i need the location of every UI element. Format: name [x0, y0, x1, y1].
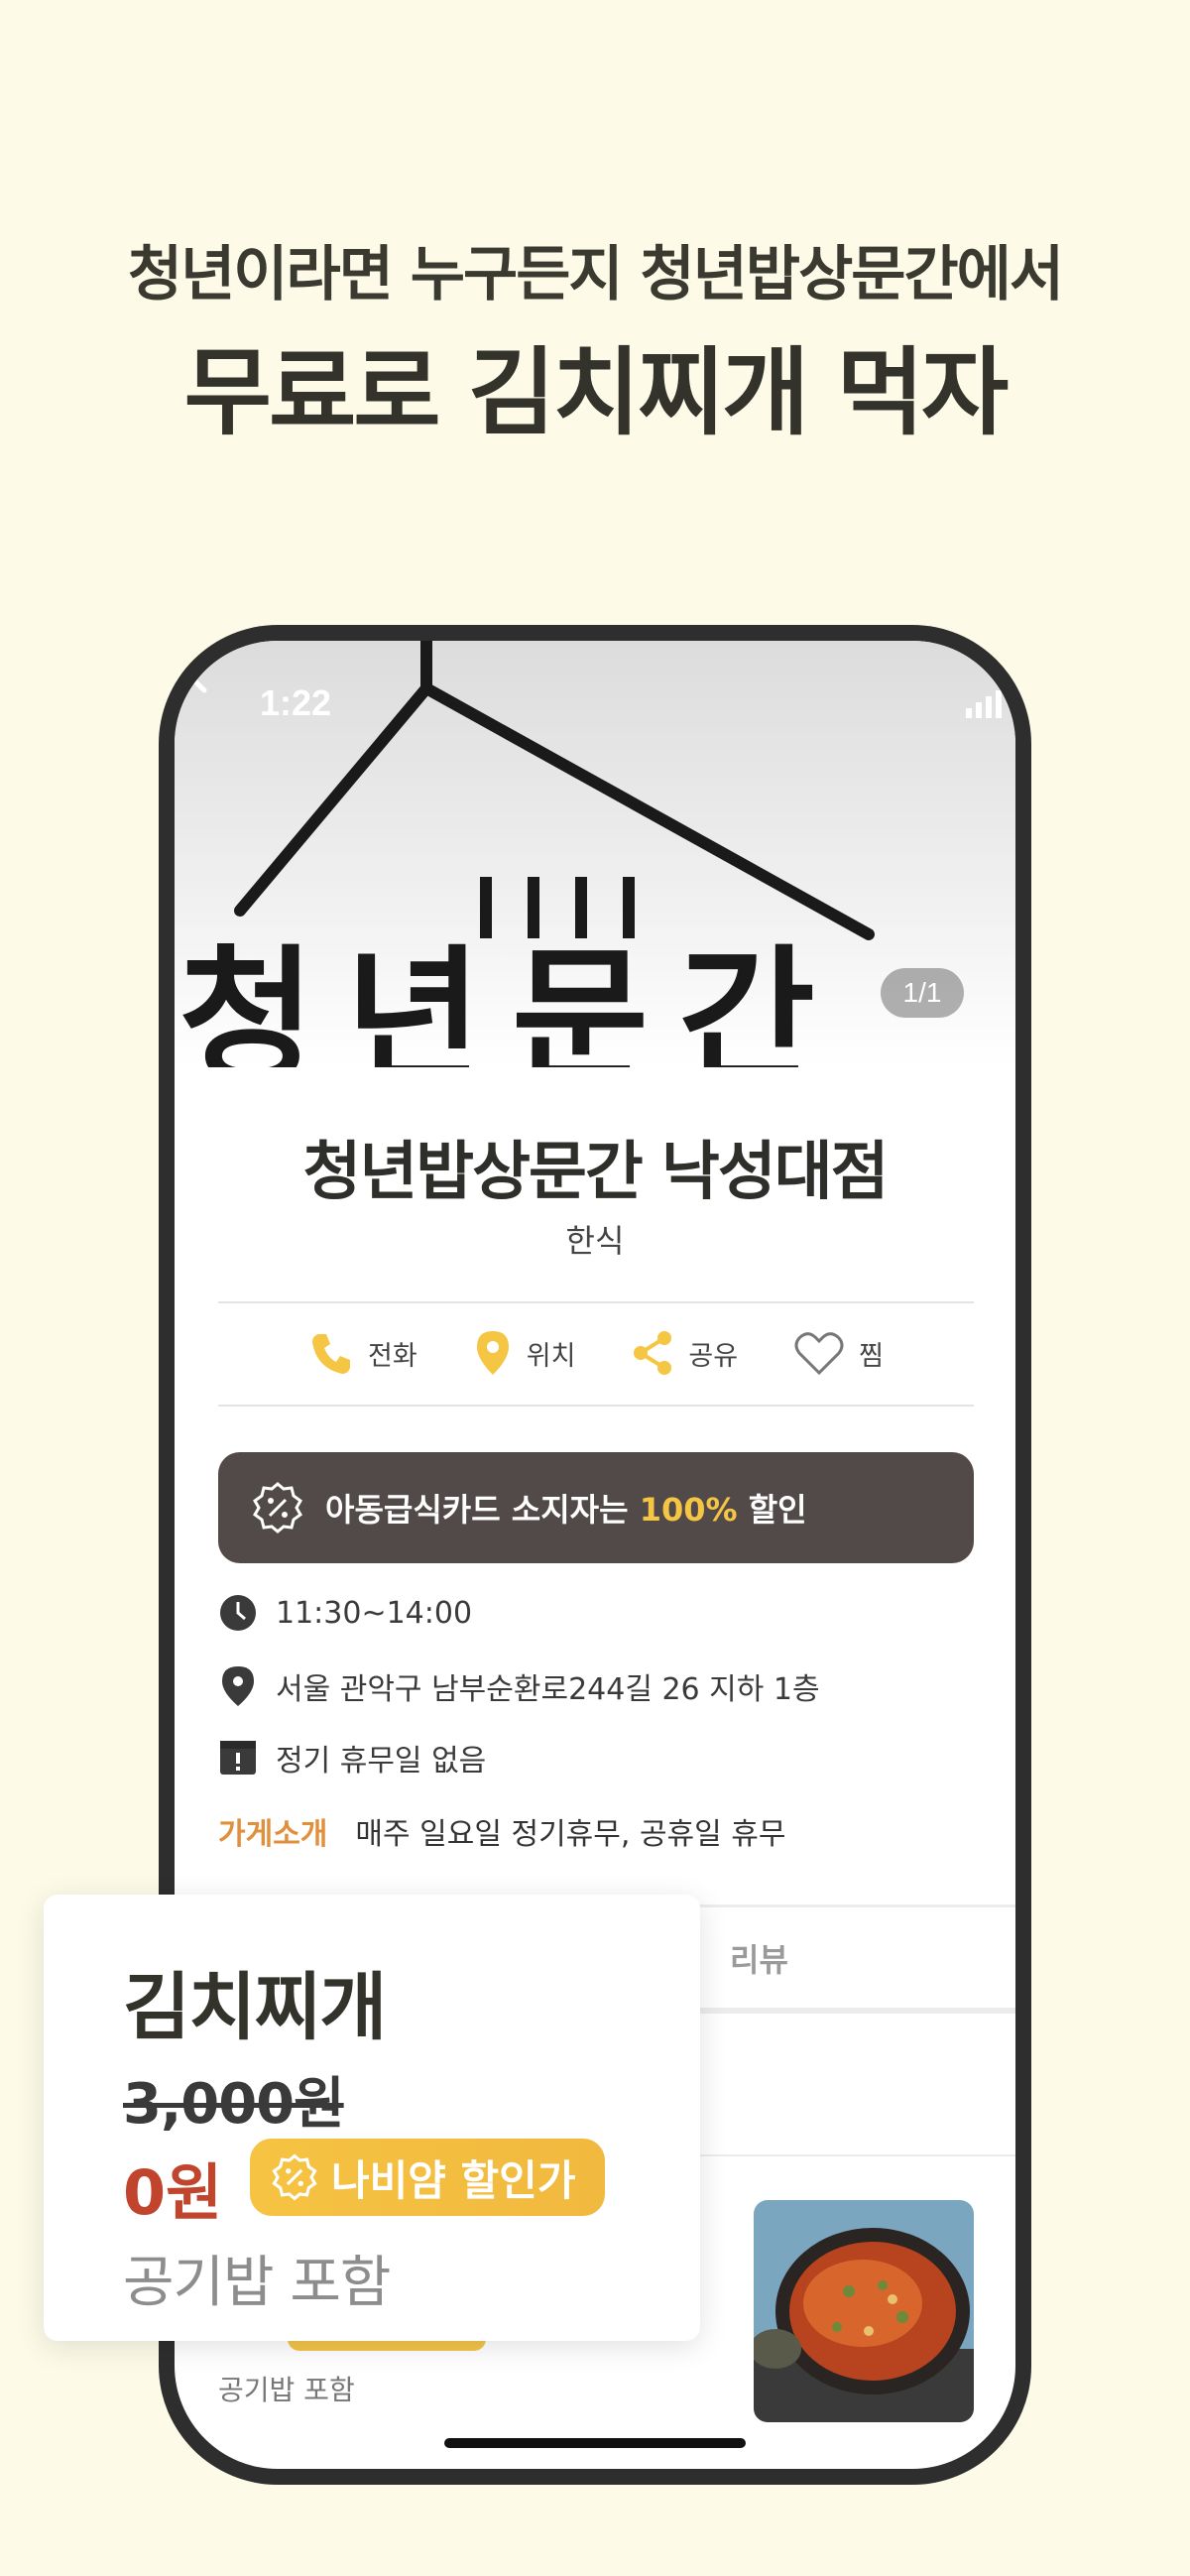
- location-button[interactable]: 위치: [473, 1329, 576, 1377]
- menu-item-note: 공기밥 포함: [218, 2374, 355, 2406]
- heart-icon: [794, 1332, 844, 1376]
- menu-item-name: 김치찌개: [123, 1965, 387, 2050]
- call-label: 전화: [368, 1340, 417, 1372]
- tab-review[interactable]: 리뷰: [730, 1935, 788, 1981]
- image-page-indicator: 1/1: [881, 968, 964, 1018]
- store-intro-text: 매주 일요일 정기휴무, 공휴일 휴무: [355, 1817, 786, 1852]
- favorite-button[interactable]: 찜: [793, 1329, 884, 1377]
- signal-icon: [966, 690, 1002, 718]
- discount-text: 아동급식카드 소지자는 100% 할인: [325, 1491, 807, 1529]
- divider: [218, 1405, 974, 1407]
- discount-highlight: 100%: [639, 1491, 738, 1529]
- address-text: 서울 관악구 남부순환로244길 26 지하 1층: [276, 1672, 820, 1707]
- discount-banner: 아동급식카드 소지자는 100% 할인: [218, 1452, 974, 1563]
- phone-icon: [312, 1334, 351, 1374]
- holiday-text: 정기 휴무일 없음: [276, 1744, 487, 1779]
- address-row: 서울 관악구 남부순환로244길 26 지하 1층: [218, 1664, 820, 1708]
- clock-icon: [220, 1595, 256, 1631]
- menu-item-original-price: 3,000원: [123, 2072, 345, 2137]
- share-icon: [634, 1331, 672, 1375]
- discount-price-badge: 나비얌 할인가: [250, 2139, 606, 2216]
- share-button[interactable]: 공유: [631, 1330, 738, 1376]
- store-intro-row: 가게소개 매주 일요일 정기휴무, 공휴일 휴무: [218, 1809, 786, 1853]
- status-time: 1:22: [260, 682, 332, 723]
- store-intro-label: 가게소개: [218, 1817, 328, 1852]
- hours-row: 11:30~14:00: [218, 1593, 472, 1633]
- promo-headline-line2: 무료로 김치찌개 먹자: [183, 337, 1010, 448]
- menu-highlight-card[interactable]: 김치찌개 3,000원 0원 나비얌 할인가 공기밥 포함: [44, 1895, 700, 2341]
- menu-item-photo[interactable]: [754, 2200, 974, 2422]
- holiday-row: 정기 휴무일 없음: [218, 1736, 486, 1779]
- home-indicator: [444, 2438, 746, 2448]
- menu-item-note: 공기밥 포함: [123, 2251, 391, 2315]
- call-button[interactable]: 전화: [308, 1330, 417, 1376]
- store-category: 한식: [565, 1222, 625, 1260]
- location-label: 위치: [526, 1340, 576, 1372]
- discount-badge-icon: [272, 2153, 317, 2201]
- discount-badge-label: 나비얌 할인가: [331, 2155, 576, 2205]
- back-arrow-icon[interactable]: [175, 641, 214, 700]
- share-label: 공유: [688, 1340, 739, 1372]
- store-name: 청년밥상문간 낙성대점: [302, 1136, 889, 1209]
- promo-headline-line1: 청년이라면 누구든지 청년밥상문간에서: [127, 240, 1064, 309]
- action-bar: 전화 위치 공유 찜: [218, 1303, 974, 1403]
- hours-text: 11:30~14:00: [276, 1595, 473, 1631]
- closed-day-icon: [220, 1741, 256, 1775]
- sign-text: 청년문간: [178, 932, 845, 1067]
- discount-badge-icon: [253, 1482, 302, 1533]
- address-pin-icon: [222, 1666, 254, 1706]
- favorite-label: 찜: [859, 1340, 884, 1372]
- kimchi-stew-photo: [754, 2200, 974, 2422]
- location-pin-icon: [476, 1331, 509, 1375]
- menu-item-price: 0원: [123, 2156, 223, 2229]
- store-hero-image[interactable]: 청년문간 1:22 1/1: [175, 641, 1015, 1067]
